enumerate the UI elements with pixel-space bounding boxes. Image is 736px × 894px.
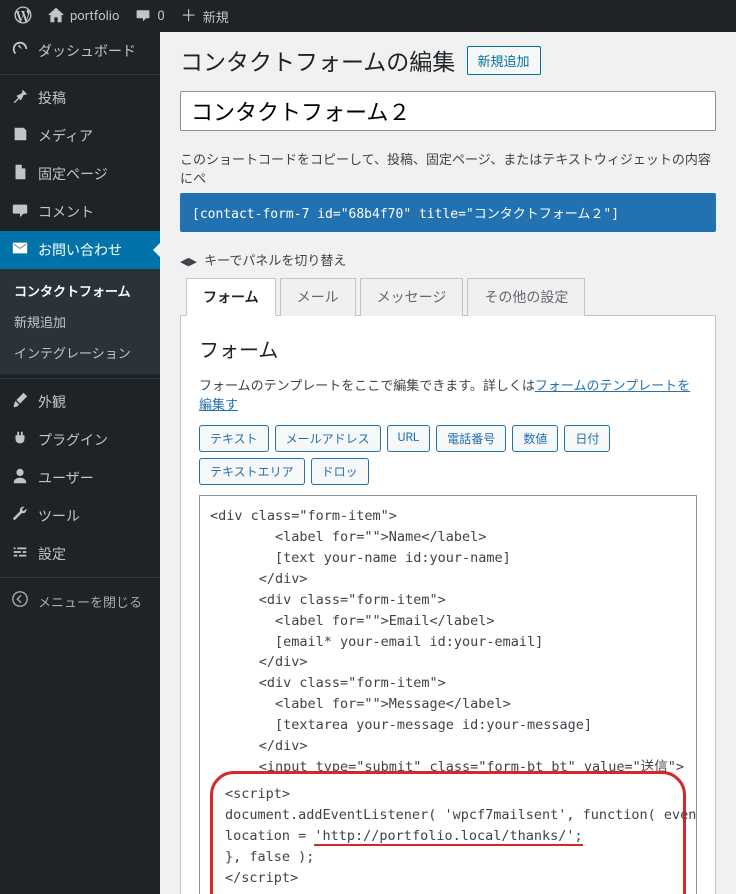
menu-label: 外観 xyxy=(38,392,66,412)
tag-url[interactable]: URL xyxy=(387,425,431,452)
tag-textarea[interactable]: テキストエリア xyxy=(199,458,305,485)
menu-tools[interactable]: ツール xyxy=(0,497,160,535)
shortcode-desc: このショートコードをコピーして、投稿、固定ページ、またはテキストウィジェットの内… xyxy=(180,149,716,187)
menu-plugins[interactable]: プラグイン xyxy=(0,421,160,459)
menu-label: ユーザー xyxy=(38,468,94,488)
page-icon xyxy=(10,163,30,185)
menu-label: メディア xyxy=(38,126,93,146)
wrench-icon xyxy=(10,505,30,527)
section-desc: フォームのテンプレートをここで編集できます。詳しくはフォームのテンプレートを編集… xyxy=(199,375,697,413)
plugin-icon xyxy=(10,429,30,451)
annotation-underline: 'http://portfolio.local/thanks/'; xyxy=(314,828,582,846)
comment-icon xyxy=(135,7,151,26)
menu-comments[interactable]: コメント xyxy=(0,193,160,231)
menu-collapse[interactable]: メニューを閉じる xyxy=(0,582,160,620)
menu-label: 設定 xyxy=(38,544,66,564)
menu-users[interactable]: ユーザー xyxy=(0,459,160,497)
menu-label: お問い合わせ xyxy=(38,240,122,260)
triangle-left-right-icon: ◀▶ xyxy=(180,255,197,268)
submenu-integration[interactable]: インテグレーション xyxy=(0,337,160,368)
tag-buttons: テキスト メールアドレス URL 電話番号 数値 日付 テキストエリア ドロッ xyxy=(199,425,697,485)
pin-icon xyxy=(10,87,30,109)
separator xyxy=(0,573,160,578)
menu-label: メニューを閉じる xyxy=(38,592,142,611)
dashboard-icon xyxy=(10,40,30,62)
submenu-contact: コンタクトフォーム 新規追加 インテグレーション xyxy=(0,269,160,374)
plus-icon: ＋ xyxy=(181,8,197,24)
admin-sidebar: ダッシュボード 投稿 メディア 固定ページ コメント お問い合わせ コンタクトフ… xyxy=(0,32,160,894)
tabs: フォーム メール メッセージ その他の設定 xyxy=(180,277,716,316)
mail-icon xyxy=(10,239,30,261)
tab-mail[interactable]: メール xyxy=(280,278,356,316)
menu-label: ツール xyxy=(38,506,80,526)
brush-icon xyxy=(10,391,30,413)
comment-icon xyxy=(10,201,30,223)
tag-dropdown[interactable]: ドロッ xyxy=(311,458,369,485)
menu-dashboard[interactable]: ダッシュボード xyxy=(0,32,160,70)
user-icon xyxy=(10,467,30,489)
tag-date[interactable]: 日付 xyxy=(564,425,610,452)
comments-count: 0 xyxy=(157,9,164,24)
annotation-overlay: <script> document.addEventListener( 'wpc… xyxy=(210,771,686,894)
shortcode-box[interactable]: [contact-form-7 id="68b4f70" title="コンタク… xyxy=(180,193,716,232)
wp-logo[interactable] xyxy=(6,6,40,27)
separator xyxy=(0,70,160,75)
site-name: portfolio xyxy=(70,9,119,24)
tab-other[interactable]: その他の設定 xyxy=(467,278,585,316)
tag-email[interactable]: メールアドレス xyxy=(275,425,381,452)
media-icon xyxy=(10,125,30,147)
sliders-icon xyxy=(10,543,30,565)
menu-media[interactable]: メディア xyxy=(0,117,160,155)
page-title: コンタクトフォームの編集 xyxy=(180,43,455,77)
form-title-input[interactable] xyxy=(180,91,716,131)
add-new-button[interactable]: 新規追加 xyxy=(467,46,541,75)
comments-link[interactable]: 0 xyxy=(127,7,172,26)
new-label: 新規 xyxy=(203,7,229,26)
submenu-addnew[interactable]: 新規追加 xyxy=(0,306,160,337)
code-top: <div class="form-item"> <label for="">Na… xyxy=(210,508,684,775)
menu-label: 固定ページ xyxy=(38,164,108,184)
wordpress-icon xyxy=(14,6,32,27)
tag-text[interactable]: テキスト xyxy=(199,425,269,452)
menu-label: コメント xyxy=(38,202,94,222)
menu-label: 投稿 xyxy=(38,88,66,108)
tab-form[interactable]: フォーム xyxy=(186,278,276,316)
menu-appearance[interactable]: 外観 xyxy=(0,383,160,421)
tag-tel[interactable]: 電話番号 xyxy=(436,425,506,452)
submenu-forms[interactable]: コンタクトフォーム xyxy=(0,275,160,306)
menu-posts[interactable]: 投稿 xyxy=(0,79,160,117)
new-content[interactable]: ＋ 新規 xyxy=(173,7,237,26)
menu-label: ダッシュボード xyxy=(38,41,136,61)
annotation-text: ここの部分には、リダイレクトしたいURL（今回であればサンクスページのURL）を… xyxy=(335,889,671,894)
menu-settings[interactable]: 設定 xyxy=(0,535,160,573)
tag-number[interactable]: 数値 xyxy=(512,425,558,452)
collapse-icon xyxy=(10,590,30,612)
admin-bar: portfolio 0 ＋ 新規 xyxy=(0,0,736,32)
menu-contact[interactable]: お問い合わせ xyxy=(0,231,160,269)
panel-toggle-hint: ◀▶ キーでパネルを切り替え xyxy=(180,250,716,269)
menu-pages[interactable]: 固定ページ xyxy=(0,155,160,193)
tab-panel-form: フォーム フォームのテンプレートをここで編集できます。詳しくはフォームのテンプレ… xyxy=(180,316,716,894)
menu-label: プラグイン xyxy=(38,430,108,450)
home-icon xyxy=(48,7,64,26)
site-home[interactable]: portfolio xyxy=(40,7,127,26)
main-content: コンタクトフォームの編集 新規追加 このショートコードをコピーして、投稿、固定ペ… xyxy=(160,32,736,894)
tab-messages[interactable]: メッセージ xyxy=(360,278,464,316)
form-template-editor[interactable]: <div class="form-item"> <label for="">Na… xyxy=(199,495,697,894)
section-heading: フォーム xyxy=(199,334,697,363)
separator xyxy=(0,374,160,379)
